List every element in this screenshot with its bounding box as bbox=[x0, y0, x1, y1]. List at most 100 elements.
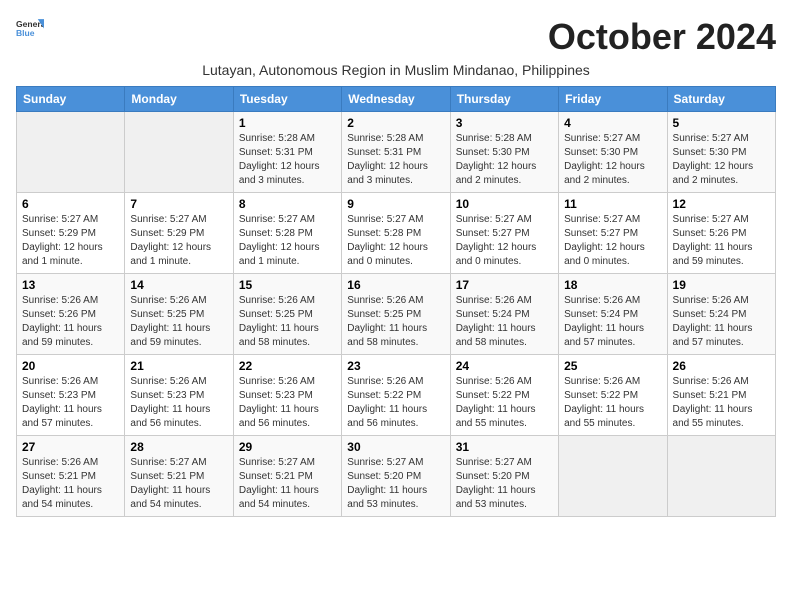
day-info: Sunrise: 5:26 AMSunset: 5:26 PMDaylight:… bbox=[22, 294, 119, 350]
calendar-week-4: 20 Sunrise: 5:26 AMSunset: 5:23 PMDayligh… bbox=[17, 355, 776, 436]
day-number: 17 bbox=[456, 278, 553, 292]
calendar-cell: 18 Sunrise: 5:26 AMSunset: 5:24 PMDayligh… bbox=[559, 274, 667, 355]
day-number: 30 bbox=[347, 440, 444, 454]
day-info: Sunrise: 5:27 AMSunset: 5:20 PMDaylight:… bbox=[456, 456, 553, 512]
calendar-week-5: 27Sunrise: 5:26 AMSunset: 5:21 PMDayligh… bbox=[17, 436, 776, 517]
column-header-monday: Monday bbox=[125, 87, 233, 112]
day-info: Sunrise: 5:27 AMSunset: 5:30 PMDaylight:… bbox=[564, 132, 661, 188]
day-info: Sunrise: 5:27 AMSunset: 5:21 PMDaylight:… bbox=[130, 456, 227, 512]
day-info: Sunrise: 5:26 AMSunset: 5:22 PMDaylight:… bbox=[347, 375, 444, 431]
day-info: Sunrise: 5:27 AMSunset: 5:27 PMDaylight:… bbox=[456, 213, 553, 269]
calendar-cell: 3 Sunrise: 5:28 AMSunset: 5:30 PMDaylight… bbox=[450, 112, 558, 193]
calendar-cell: 25Sunrise: 5:26 AMSunset: 5:22 PMDayligh… bbox=[559, 355, 667, 436]
day-info: Sunrise: 5:26 AMSunset: 5:22 PMDaylight:… bbox=[456, 375, 553, 431]
calendar-week-2: 6 Sunrise: 5:27 AMSunset: 5:29 PMDaylight… bbox=[17, 193, 776, 274]
day-info: Sunrise: 5:27 AMSunset: 5:28 PMDaylight:… bbox=[347, 213, 444, 269]
calendar-cell: 6Sunrise: 5:27 AMSunset: 5:29 PMDaylight… bbox=[17, 193, 125, 274]
calendar-cell: 26 Sunrise: 5:26 AMSunset: 5:21 PMDayligh… bbox=[667, 355, 775, 436]
calendar-cell: 30 Sunrise: 5:27 AMSunset: 5:20 PMDayligh… bbox=[342, 436, 450, 517]
day-number: 6 bbox=[22, 197, 119, 211]
day-number: 13 bbox=[22, 278, 119, 292]
day-number: 20 bbox=[22, 359, 119, 373]
day-number: 18 bbox=[564, 278, 661, 292]
logo: General Blue bbox=[16, 16, 44, 44]
day-info: Sunrise: 5:26 AMSunset: 5:21 PMDaylight:… bbox=[22, 456, 119, 512]
calendar-cell bbox=[559, 436, 667, 517]
calendar-cell: 10 Sunrise: 5:27 AMSunset: 5:27 PMDayligh… bbox=[450, 193, 558, 274]
day-info: Sunrise: 5:26 AMSunset: 5:21 PMDaylight:… bbox=[673, 375, 770, 431]
day-info: Sunrise: 5:27 AMSunset: 5:20 PMDaylight:… bbox=[347, 456, 444, 512]
calendar-cell: 5 Sunrise: 5:27 AMSunset: 5:30 PMDaylight… bbox=[667, 112, 775, 193]
day-number: 15 bbox=[239, 278, 336, 292]
day-info: Sunrise: 5:27 AMSunset: 5:28 PMDaylight:… bbox=[239, 213, 336, 269]
calendar-cell: 15Sunrise: 5:26 AMSunset: 5:25 PMDayligh… bbox=[233, 274, 341, 355]
day-number: 1 bbox=[239, 116, 336, 130]
day-number: 19 bbox=[673, 278, 770, 292]
day-number: 7 bbox=[130, 197, 227, 211]
day-number: 16 bbox=[347, 278, 444, 292]
day-number: 14 bbox=[130, 278, 227, 292]
day-info: Sunrise: 5:26 AMSunset: 5:24 PMDaylight:… bbox=[456, 294, 553, 350]
calendar-cell: 17 Sunrise: 5:26 AMSunset: 5:24 PMDayligh… bbox=[450, 274, 558, 355]
svg-text:Blue: Blue bbox=[16, 28, 35, 38]
day-number: 9 bbox=[347, 197, 444, 211]
day-info: Sunrise: 5:27 AMSunset: 5:30 PMDaylight:… bbox=[673, 132, 770, 188]
calendar-week-1: 1 Sunrise: 5:28 AMSunset: 5:31 PMDaylight… bbox=[17, 112, 776, 193]
day-number: 24 bbox=[456, 359, 553, 373]
day-number: 26 bbox=[673, 359, 770, 373]
calendar-header-row: SundayMondayTuesdayWednesdayThursdayFrid… bbox=[17, 87, 776, 112]
day-number: 22 bbox=[239, 359, 336, 373]
calendar-cell: 21 Sunrise: 5:26 AMSunset: 5:23 PMDayligh… bbox=[125, 355, 233, 436]
day-number: 25 bbox=[564, 359, 661, 373]
day-number: 21 bbox=[130, 359, 227, 373]
calendar-cell: 2Sunrise: 5:28 AMSunset: 5:31 PMDaylight… bbox=[342, 112, 450, 193]
day-info: Sunrise: 5:26 AMSunset: 5:23 PMDaylight:… bbox=[239, 375, 336, 431]
day-info: Sunrise: 5:26 AMSunset: 5:24 PMDaylight:… bbox=[564, 294, 661, 350]
column-header-friday: Friday bbox=[559, 87, 667, 112]
day-number: 3 bbox=[456, 116, 553, 130]
day-number: 10 bbox=[456, 197, 553, 211]
calendar-cell bbox=[667, 436, 775, 517]
calendar-body: 1 Sunrise: 5:28 AMSunset: 5:31 PMDaylight… bbox=[17, 112, 776, 517]
calendar-cell: 13 Sunrise: 5:26 AMSunset: 5:26 PMDayligh… bbox=[17, 274, 125, 355]
calendar-cell: 8Sunrise: 5:27 AMSunset: 5:28 PMDaylight… bbox=[233, 193, 341, 274]
calendar-cell: 28 Sunrise: 5:27 AMSunset: 5:21 PMDayligh… bbox=[125, 436, 233, 517]
day-info: Sunrise: 5:27 AMSunset: 5:29 PMDaylight:… bbox=[130, 213, 227, 269]
day-number: 31 bbox=[456, 440, 553, 454]
calendar-cell: 20 Sunrise: 5:26 AMSunset: 5:23 PMDayligh… bbox=[17, 355, 125, 436]
column-header-wednesday: Wednesday bbox=[342, 87, 450, 112]
calendar-cell: 27Sunrise: 5:26 AMSunset: 5:21 PMDayligh… bbox=[17, 436, 125, 517]
column-header-sunday: Sunday bbox=[17, 87, 125, 112]
calendar-cell: 12Sunrise: 5:27 AMSunset: 5:26 PMDayligh… bbox=[667, 193, 775, 274]
day-info: Sunrise: 5:26 AMSunset: 5:24 PMDaylight:… bbox=[673, 294, 770, 350]
calendar-cell: 22 Sunrise: 5:26 AMSunset: 5:23 PMDayligh… bbox=[233, 355, 341, 436]
day-info: Sunrise: 5:28 AMSunset: 5:30 PMDaylight:… bbox=[456, 132, 553, 188]
calendar-cell: 1Sunrise: 5:28 AMSunset: 5:31 PMDaylight… bbox=[233, 112, 341, 193]
day-info: Sunrise: 5:26 AMSunset: 5:23 PMDaylight:… bbox=[130, 375, 227, 431]
day-info: Sunrise: 5:26 AMSunset: 5:23 PMDaylight:… bbox=[22, 375, 119, 431]
day-number: 23 bbox=[347, 359, 444, 373]
day-info: Sunrise: 5:26 AMSunset: 5:25 PMDaylight:… bbox=[130, 294, 227, 350]
day-number: 29 bbox=[239, 440, 336, 454]
calendar-cell: 19 Sunrise: 5:26 AMSunset: 5:24 PMDayligh… bbox=[667, 274, 775, 355]
day-info: Sunrise: 5:27 AMSunset: 5:21 PMDaylight:… bbox=[239, 456, 336, 512]
month-title: October 2024 bbox=[548, 16, 776, 58]
calendar-cell: 7 Sunrise: 5:27 AMSunset: 5:29 PMDaylight… bbox=[125, 193, 233, 274]
calendar-cell: 14 Sunrise: 5:26 AMSunset: 5:25 PMDayligh… bbox=[125, 274, 233, 355]
calendar-cell bbox=[125, 112, 233, 193]
header: General Blue October 2024 bbox=[16, 16, 776, 58]
day-number: 12 bbox=[673, 197, 770, 211]
day-number: 11 bbox=[564, 197, 661, 211]
day-number: 4 bbox=[564, 116, 661, 130]
day-info: Sunrise: 5:28 AMSunset: 5:31 PMDaylight:… bbox=[347, 132, 444, 188]
day-number: 28 bbox=[130, 440, 227, 454]
logo-icon: General Blue bbox=[16, 16, 44, 44]
day-info: Sunrise: 5:27 AMSunset: 5:27 PMDaylight:… bbox=[564, 213, 661, 269]
calendar-cell: 31 Sunrise: 5:27 AMSunset: 5:20 PMDayligh… bbox=[450, 436, 558, 517]
calendar-cell: 23 Sunrise: 5:26 AMSunset: 5:22 PMDayligh… bbox=[342, 355, 450, 436]
calendar-cell: 29 Sunrise: 5:27 AMSunset: 5:21 PMDayligh… bbox=[233, 436, 341, 517]
column-header-saturday: Saturday bbox=[667, 87, 775, 112]
day-number: 5 bbox=[673, 116, 770, 130]
calendar-cell: 9 Sunrise: 5:27 AMSunset: 5:28 PMDaylight… bbox=[342, 193, 450, 274]
subtitle: Lutayan, Autonomous Region in Muslim Min… bbox=[16, 62, 776, 78]
